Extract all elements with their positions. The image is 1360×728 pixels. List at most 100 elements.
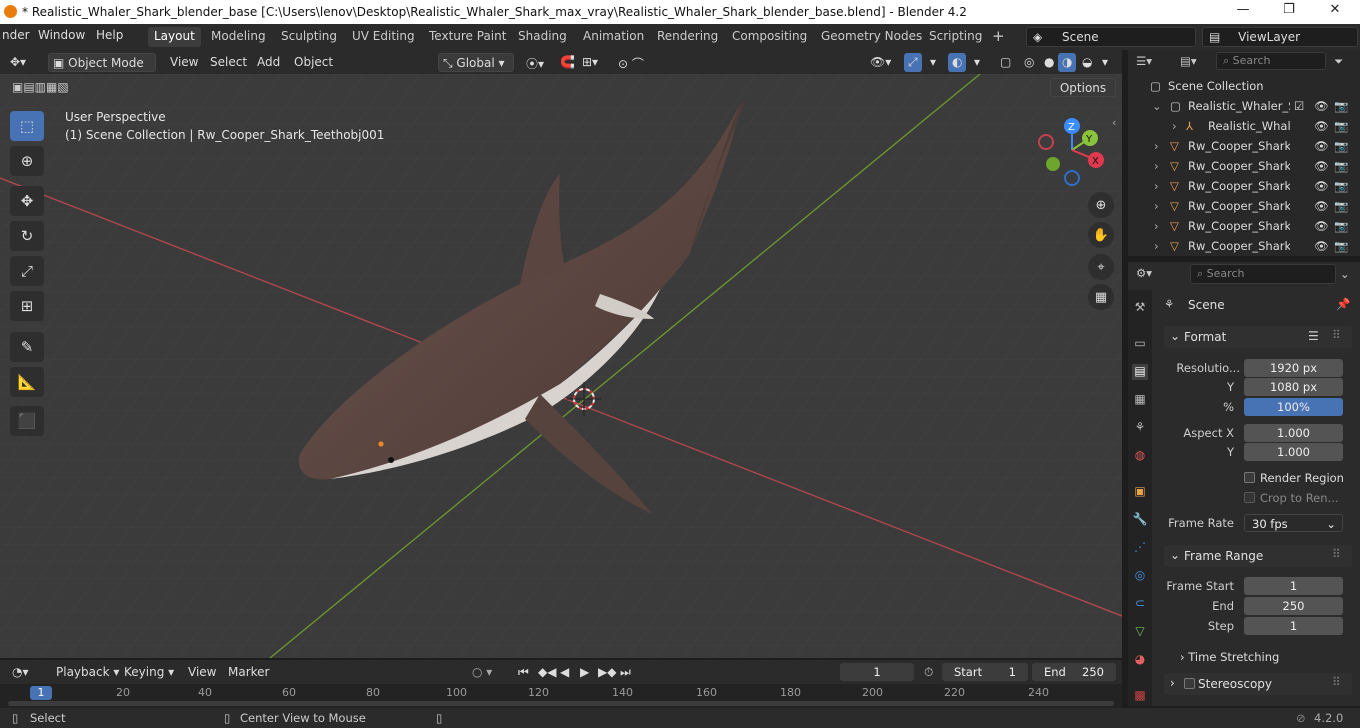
time-stretching-subpanel[interactable]: › Time Stretching — [1180, 650, 1279, 664]
overlays-icon[interactable]: ◐ — [948, 53, 967, 72]
eye-icon[interactable]: 👁 — [1314, 239, 1329, 253]
frame-range-panel-header[interactable]: ⌄ Frame Range ⠿ — [1164, 545, 1352, 567]
drag-handle-icon[interactable]: ⠿ — [1332, 328, 1341, 342]
pivot-icon[interactable]: ⦿▾ — [522, 53, 548, 72]
camera-view-icon[interactable]: ⌖ — [1088, 254, 1114, 280]
collapse-chevron-icon[interactable]: ⌄ — [1152, 99, 1162, 113]
gizmo-neg-z-icon[interactable] — [1064, 170, 1080, 186]
stereoscopy-panel-header[interactable]: › Stereoscopy ⠿ — [1164, 673, 1352, 695]
eye-icon[interactable]: 👁 — [1314, 159, 1329, 173]
3d-viewport[interactable]: User Perspective (1) Scene Collection | … — [0, 74, 1122, 658]
object-tab-icon[interactable]: ▣ — [1132, 484, 1148, 500]
play-reverse-icon[interactable]: ◀ — [556, 663, 573, 682]
playhead-indicator[interactable]: 1 — [30, 686, 52, 700]
presets-list-icon[interactable]: ☰ — [1308, 329, 1319, 343]
properties-options-icon[interactable]: ⌄ — [1340, 267, 1350, 281]
navigation-gizmo[interactable]: Z Y X — [1034, 114, 1114, 194]
tab-compositing[interactable]: Compositing — [726, 27, 813, 47]
menu-select[interactable]: Select — [206, 53, 251, 72]
viewlayer-selector[interactable]: ▤ ViewLayer — [1202, 27, 1358, 47]
expand-chevron-icon[interactable]: › — [1154, 199, 1159, 213]
resolution-y-field[interactable]: 1080 px — [1244, 378, 1343, 396]
expand-chevron-icon[interactable]: › — [1172, 119, 1177, 133]
scene-selector[interactable]: ◈ Scene — [1026, 27, 1196, 47]
scene-tab-icon[interactable]: ⚘ — [1132, 420, 1148, 436]
select-box-tool-icon[interactable]: ⬚ — [10, 111, 44, 141]
camera-icon[interactable]: 📷 — [1334, 99, 1348, 113]
frame-step-field[interactable]: 1 — [1244, 617, 1343, 635]
annotate-tool-icon[interactable]: ✎ — [10, 332, 44, 362]
view-layer-tab-icon[interactable]: ▦ — [1132, 392, 1148, 408]
camera-icon[interactable]: 📷 — [1334, 179, 1348, 193]
outliner-row[interactable]: › ⅄ Realistic_Whale 👁 📷 — [1128, 116, 1360, 136]
ortho-grid-icon[interactable]: ▦ — [1088, 284, 1114, 310]
material-tab-icon[interactable]: ◕ — [1132, 652, 1148, 668]
tab-uv-editing[interactable]: UV Editing — [346, 27, 421, 47]
jump-start-icon[interactable]: ⏮ — [514, 663, 533, 682]
display-mode-icon[interactable]: ▤▾ — [1180, 54, 1197, 68]
output-tab-icon[interactable]: ▤ — [1132, 364, 1148, 380]
outliner-row[interactable]: ⌄ ▢ Realistic_Whaler_Sh ☑ 👁 📷 — [1128, 96, 1360, 116]
tab-animation[interactable]: Animation — [577, 27, 650, 47]
render-tab-icon[interactable]: ▭ — [1132, 336, 1148, 352]
tab-shading[interactable]: Shading — [512, 27, 573, 47]
camera-icon[interactable]: 📷 — [1334, 159, 1348, 173]
expand-chevron-icon[interactable]: › — [1154, 219, 1159, 233]
drag-handle-icon[interactable]: ⠿ — [1332, 547, 1341, 561]
outliner-row[interactable]: › ▽ Rw_Cooper_Shark_ 👁 📷 — [1128, 156, 1360, 176]
zoom-icon[interactable]: ⊕ — [1088, 192, 1114, 218]
gizmo-neg-y-icon[interactable] — [1046, 157, 1060, 171]
gizmo-dropdown-icon[interactable]: ▾ — [926, 53, 940, 72]
world-tab-icon[interactable]: ◍ — [1132, 448, 1148, 464]
expand-chevron-icon[interactable]: › — [1154, 139, 1159, 153]
tab-layout[interactable]: Layout — [148, 27, 201, 47]
proportional-edit-icon[interactable]: ⊙ ⌒ — [614, 53, 648, 72]
outliner-row[interactable]: › ▽ Rw_Cooper_Shark_ 👁 📷 — [1128, 176, 1360, 196]
pan-hand-icon[interactable]: ✋ — [1088, 222, 1114, 248]
move-tool-icon[interactable]: ✥ — [10, 186, 44, 216]
eye-icon[interactable]: 👁 — [1314, 219, 1329, 233]
timeline-editor-icon[interactable]: ◔▾ — [8, 663, 33, 682]
frame-rate-dropdown[interactable]: 30 fps ⌄ — [1244, 514, 1343, 532]
eye-icon[interactable]: 👁 — [1314, 179, 1329, 193]
properties-editor-icon[interactable]: ⚙▾ — [1136, 266, 1152, 280]
tab-modeling[interactable]: Modeling — [205, 27, 272, 47]
current-frame-field[interactable]: 1 — [840, 663, 914, 681]
tab-scripting[interactable]: Scripting — [923, 27, 988, 47]
solid-shading-icon[interactable]: ● — [1040, 53, 1058, 72]
camera-icon[interactable]: 📷 — [1334, 219, 1348, 233]
scale-tool-icon[interactable]: ⤢ — [10, 256, 44, 286]
menu-render[interactable]: nder — [2, 28, 30, 42]
expand-chevron-icon[interactable]: › — [1154, 179, 1159, 193]
outliner-editor-icon[interactable]: ☰▾ — [1136, 54, 1152, 68]
modifier-tab-icon[interactable]: 🔧 — [1132, 512, 1148, 528]
add-workspace-icon[interactable]: + — [986, 25, 1011, 45]
play-icon[interactable]: ▶ — [576, 663, 593, 682]
timeline-start-field[interactable]: Start 1 — [942, 663, 1028, 681]
data-tab-icon[interactable]: ▽ — [1132, 624, 1148, 640]
physics-tab-icon[interactable]: ◎ — [1132, 568, 1148, 584]
render-region-checkbox[interactable] — [1244, 472, 1255, 483]
menu-help[interactable]: Help — [96, 28, 123, 42]
shading-dropdown-icon[interactable]: ▾ — [1098, 53, 1112, 72]
frame-start-field[interactable]: 1 — [1244, 577, 1343, 595]
camera-icon[interactable]: 📷 — [1334, 239, 1348, 253]
minimize-button[interactable]: — — [1220, 2, 1266, 22]
outliner-row[interactable]: › ▽ Rw_Cooper_Shark_ 👁 📷 — [1128, 136, 1360, 156]
pin-icon[interactable]: 📌 — [1336, 297, 1350, 311]
resolution-x-field[interactable]: 1920 px — [1244, 359, 1343, 377]
timeline-scrollbar[interactable] — [8, 701, 1114, 706]
marker-menu[interactable]: Marker — [224, 663, 273, 682]
playback-menu[interactable]: Playback ▾ — [52, 663, 123, 682]
tool-tab-icon[interactable]: ⚒ — [1132, 300, 1148, 316]
eye-icon[interactable]: 👁 — [1314, 119, 1329, 133]
properties-search-input[interactable]: ⌕ Search — [1190, 264, 1336, 284]
outliner-row[interactable]: › ▽ Rw_Cooper_Shark_ 👁 📷 — [1128, 196, 1360, 216]
expand-chevron-icon[interactable]: › — [1154, 239, 1159, 253]
outliner-row[interactable]: › ▽ Rw_Cooper_Shark_ 👁 📷 — [1128, 216, 1360, 236]
gizmo-toggle-icon[interactable]: ⤢ — [904, 53, 922, 72]
options-button[interactable]: Options — [1050, 78, 1116, 97]
rendered-shading-icon[interactable]: ◒ — [1078, 53, 1096, 72]
wireframe-shading-icon[interactable]: ◎ — [1020, 53, 1038, 72]
format-panel-header[interactable]: ⌄ Format ☰ ⠿ — [1164, 326, 1352, 348]
